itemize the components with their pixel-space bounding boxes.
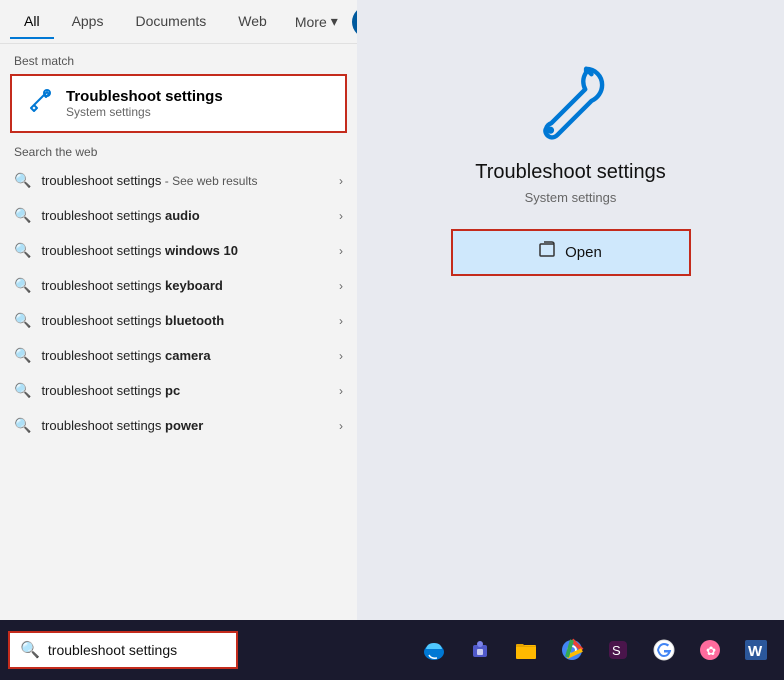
svg-text:✿: ✿ [706,644,716,658]
right-panel-title: Troubleshoot settings [475,161,665,184]
left-panel: All Apps Documents Web More ▾ N 🗣 ··· ✕ … [0,0,357,620]
tab-all[interactable]: All [10,5,54,39]
result-text-6: troubleshoot settings pc [41,383,329,398]
tabs-row: All Apps Documents Web More ▾ N 🗣 ··· ✕ [0,0,357,44]
result-text-0: troubleshoot settings - See web results [41,173,329,188]
result-item-1[interactable]: 🔍 troubleshoot settings audio › [0,198,357,233]
open-btn-icon [539,241,557,264]
chevron-icon-5: › [339,349,343,363]
result-text-5: troubleshoot settings camera [41,348,329,363]
best-match-title: Troubleshoot settings [66,88,223,105]
right-panel: Troubleshoot settings System settings Op… [357,0,784,620]
web-section-label: Search the web [0,133,357,163]
chevron-icon-4: › [339,314,343,328]
best-match-subtitle: System settings [66,105,223,119]
taskbar: 🔍 troubleshoot settings [0,620,784,680]
svg-text:S: S [612,643,621,658]
slack-icon[interactable]: S [598,630,638,670]
tab-documents[interactable]: Documents [121,5,220,39]
settings-wrench-icon [26,86,54,121]
file-explorer-icon[interactable] [506,630,546,670]
taskbar-search-text: troubleshoot settings [48,642,177,658]
taskbar-icons: S ✿ W [414,630,776,670]
teams-icon[interactable] [460,630,500,670]
result-item-3[interactable]: 🔍 troubleshoot settings keyboard › [0,268,357,303]
paint-icon[interactable]: ✿ [690,630,730,670]
chevron-icon-6: › [339,384,343,398]
best-match-label: Best match [0,44,357,74]
chevron-down-icon: ▾ [331,13,338,30]
result-text-2: troubleshoot settings windows 10 [41,243,329,258]
search-icon-6: 🔍 [14,382,31,399]
taskbar-search-bar[interactable]: 🔍 troubleshoot settings [8,631,238,669]
result-item-7[interactable]: 🔍 troubleshoot settings power › [0,408,357,443]
result-item-2[interactable]: 🔍 troubleshoot settings windows 10 › [0,233,357,268]
word-icon[interactable]: W [736,630,776,670]
edge-icon[interactable] [414,630,454,670]
google-icon[interactable] [644,630,684,670]
search-icon-3: 🔍 [14,277,31,294]
chevron-icon-2: › [339,244,343,258]
best-match-text: Troubleshoot settings System settings [66,88,223,119]
search-icon-5: 🔍 [14,347,31,364]
taskbar-search-icon: 🔍 [20,640,40,660]
best-match-item[interactable]: Troubleshoot settings System settings [10,74,347,133]
svg-text:W: W [748,643,763,660]
result-text-1: troubleshoot settings audio [41,208,329,223]
search-icon-4: 🔍 [14,312,31,329]
search-icon-1: 🔍 [14,207,31,224]
open-button-label: Open [565,244,602,261]
search-icon-0: 🔍 [14,172,31,189]
right-panel-subtitle: System settings [525,190,617,205]
chevron-icon-3: › [339,279,343,293]
tab-web[interactable]: Web [224,5,281,39]
result-text-7: troubleshoot settings power [41,418,329,433]
search-icon-7: 🔍 [14,417,31,434]
chevron-icon-1: › [339,209,343,223]
tab-more[interactable]: More ▾ [285,5,348,38]
right-panel-icon [531,60,611,145]
open-button[interactable]: Open [451,229,691,276]
chevron-icon-0: › [339,174,343,188]
chrome-icon[interactable] [552,630,592,670]
tab-apps[interactable]: Apps [58,5,118,39]
result-text-4: troubleshoot settings bluetooth [41,313,329,328]
result-item-6[interactable]: 🔍 troubleshoot settings pc › [0,373,357,408]
result-item-4[interactable]: 🔍 troubleshoot settings bluetooth › [0,303,357,338]
result-item-0[interactable]: 🔍 troubleshoot settings - See web result… [0,163,357,198]
result-item-5[interactable]: 🔍 troubleshoot settings camera › [0,338,357,373]
result-text-3: troubleshoot settings keyboard [41,278,329,293]
search-icon-2: 🔍 [14,242,31,259]
chevron-icon-7: › [339,419,343,433]
